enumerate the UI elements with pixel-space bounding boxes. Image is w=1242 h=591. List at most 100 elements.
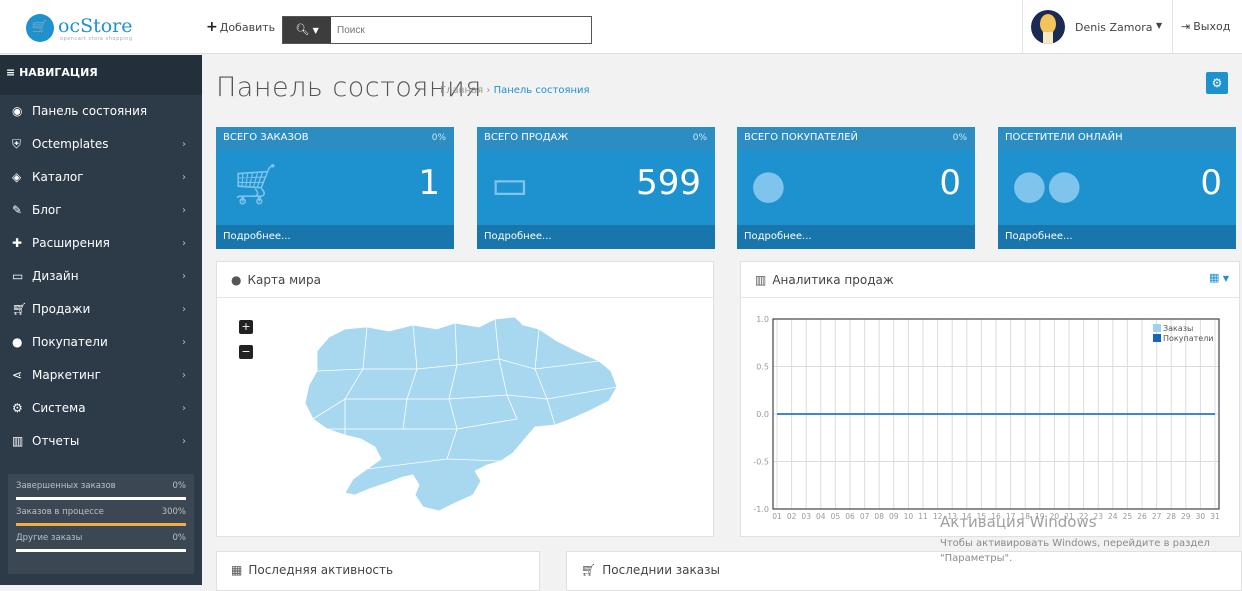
sidebar-item-10[interactable]: ▥ Отчеты › <box>0 425 202 458</box>
cart-icon: 🛒︎ <box>230 162 281 208</box>
user-icon: ● <box>12 335 23 349</box>
top-header: 🛒 ocStore opencart store shopping + Добав… <box>0 0 1242 54</box>
logo-text: ocStore <box>58 15 133 37</box>
user-menu[interactable]: Denis Zamora ▼ <box>1022 0 1172 54</box>
sidebar-item-label: Блог <box>32 203 62 217</box>
breadcrumb: Главная › Панель состояния <box>440 85 590 96</box>
sales-panel-title: Аналитика продаж <box>772 273 894 287</box>
bar-chart-icon: ▥ <box>12 434 24 448</box>
sidebar-item-label: Система <box>32 401 86 415</box>
add-button[interactable]: + Добавить <box>206 19 275 39</box>
sidebar-item-8[interactable]: ⋖ Маркетинг › <box>0 359 202 392</box>
map-panel-header: ● Карта мира <box>217 262 713 298</box>
sidebar-item-2[interactable]: ◈ Каталог › <box>0 161 202 194</box>
sidebar-item-label: Покупатели <box>32 335 108 349</box>
tile-more-link[interactable]: Подробнее... <box>737 225 975 249</box>
desktop-icon: ▭ <box>12 269 24 283</box>
sidebar-item-label: Маркетинг <box>32 368 101 382</box>
chevron-right-icon: › <box>182 370 186 381</box>
sales-analytics-panel: ▥ Аналитика продаж ▦ ▼ 1.0 0.5 0.0 -0.5 -1.0 0… <box>740 261 1240 537</box>
tile-title: ПОСЕТИТЕЛИ ОНЛАЙН <box>1005 132 1123 143</box>
y-tick-label: -0.5 <box>753 458 769 467</box>
ukraine-map[interactable] <box>217 299 713 535</box>
tags-icon: ◈ <box>12 170 22 184</box>
search-group: 🔍︎ ▼ <box>282 16 592 44</box>
users-icon: ●● <box>1012 162 1082 208</box>
stat-row: Заказов в процессе 300% <box>8 500 194 526</box>
stat-value: 300% <box>161 507 186 517</box>
watermark-line2: "Параметры". <box>940 553 1013 564</box>
activity-panel-header: ▦ Последняя активность <box>217 552 539 588</box>
tile-more-link[interactable]: Подробнее... <box>216 225 454 249</box>
sidebar-item-0[interactable]: ◉ Панель состояния <box>0 95 202 128</box>
stat-value: 0% <box>172 481 187 491</box>
breadcrumb-home[interactable]: Главная <box>440 85 483 96</box>
sidebar-item-label: Octemplates <box>32 137 109 151</box>
tile-more-link[interactable]: Подробнее... <box>477 225 715 249</box>
sales-chart: 1.00.50.0-0.5-1.001 02 03 04 05 06 07 08 09 10 11 1… <box>753 315 1220 521</box>
y-tick-label: 0.0 <box>756 410 769 419</box>
sidebar-item-3[interactable]: ✎ Блог › <box>0 194 202 227</box>
sidebar-item-9[interactable]: ⚙ Система › <box>0 392 202 425</box>
stat-row: Другие заказы 0% <box>8 526 194 552</box>
sidebar-item-1[interactable]: ⛨ Octemplates › <box>0 128 202 161</box>
puzzle-icon: ✚ <box>12 236 23 250</box>
x-tick-label: 11 <box>918 512 928 521</box>
share-icon: ⋖ <box>12 368 23 382</box>
logout-button[interactable]: ⇥ Выход <box>1172 0 1242 54</box>
calendar-icon: ▦ <box>231 563 243 577</box>
calendar-icon: ▦ <box>1208 271 1220 284</box>
legend-swatch <box>1153 334 1161 342</box>
tile-value: 0 <box>939 163 961 203</box>
x-tick-label: 09 <box>889 512 899 521</box>
oc-store-logo[interactable]: 🛒 ocStore opencart store shopping <box>26 14 176 42</box>
sidebar-item-6[interactable]: 🛒︎ Продажи › <box>0 293 202 326</box>
recent-activity-panel: ▦ Последняя активность <box>216 551 540 591</box>
avatar <box>1031 10 1065 44</box>
sidebar-item-label: Панель состояния <box>32 104 148 118</box>
orders-panel-title: Последнии заказы <box>602 563 720 577</box>
sidebar-item-label: Продажи <box>32 302 91 316</box>
pencil-icon: ✎ <box>12 203 23 217</box>
breadcrumb-current[interactable]: Панель состояния <box>494 85 590 96</box>
tile-header: ВСЕГО ПОКУПАТЕЛЕЙ 0% <box>737 127 975 151</box>
stat-value: 0% <box>172 533 187 543</box>
cog-icon: ⚙ <box>12 401 23 415</box>
map-panel-title: Карта мира <box>247 273 321 287</box>
chevron-right-icon: › <box>182 205 186 216</box>
chevron-right-icon: › <box>182 403 186 414</box>
tile-percent: 0% <box>952 133 967 143</box>
chevron-right-icon: › <box>182 436 186 447</box>
search-input[interactable] <box>331 17 591 43</box>
cart-icon: 🛒︎ <box>12 302 28 316</box>
plus-icon: + <box>206 19 218 35</box>
watermark-title: Активация Windows <box>940 513 1097 531</box>
x-tick-label: 02 <box>787 512 797 521</box>
tile-title: ВСЕГО ПРОДАЖ <box>484 132 569 143</box>
tile-more-link[interactable]: Подробнее... <box>998 225 1236 249</box>
legend-label: Покупатели <box>1163 334 1214 343</box>
nav-title[interactable]: ≡ НАВИГАЦИЯ <box>0 55 202 95</box>
settings-button[interactable]: ⚙ <box>1206 72 1228 94</box>
user-icon: ● <box>751 162 786 208</box>
sidebar-item-5[interactable]: ▭ Дизайн › <box>0 260 202 293</box>
stat-label: Завершенных заказов <box>16 481 116 491</box>
dashboard-icon: ◉ <box>12 104 23 118</box>
x-tick-label: 06 <box>845 512 855 521</box>
bar-chart-icon: ▥ <box>755 273 767 287</box>
country-shape[interactable] <box>304 316 618 512</box>
x-tick-label: 05 <box>831 512 841 521</box>
stat-tile: ВСЕГО ЗАКАЗОВ 0% 🛒︎ 1 Подробнее... <box>216 127 454 249</box>
sidebar-item-label: Отчеты <box>32 434 80 448</box>
sidebar-item-7[interactable]: ● Покупатели › <box>0 326 202 359</box>
calendar-range-button[interactable]: ▦ ▼ <box>1209 271 1229 284</box>
chevron-right-icon: › <box>182 172 186 183</box>
chevron-right-icon: › <box>182 139 186 150</box>
windows-activation-watermark: Активация Windows Чтобы активировать Win… <box>940 513 1210 566</box>
legend-swatch <box>1153 324 1161 332</box>
tile-value: 1 <box>418 163 440 203</box>
search-type-dropdown[interactable]: 🔍︎ ▼ <box>283 17 331 43</box>
sidebar-item-4[interactable]: ✚ Расширения › <box>0 227 202 260</box>
y-tick-label: 0.5 <box>756 363 769 372</box>
bars-icon: ≡ <box>6 66 16 79</box>
